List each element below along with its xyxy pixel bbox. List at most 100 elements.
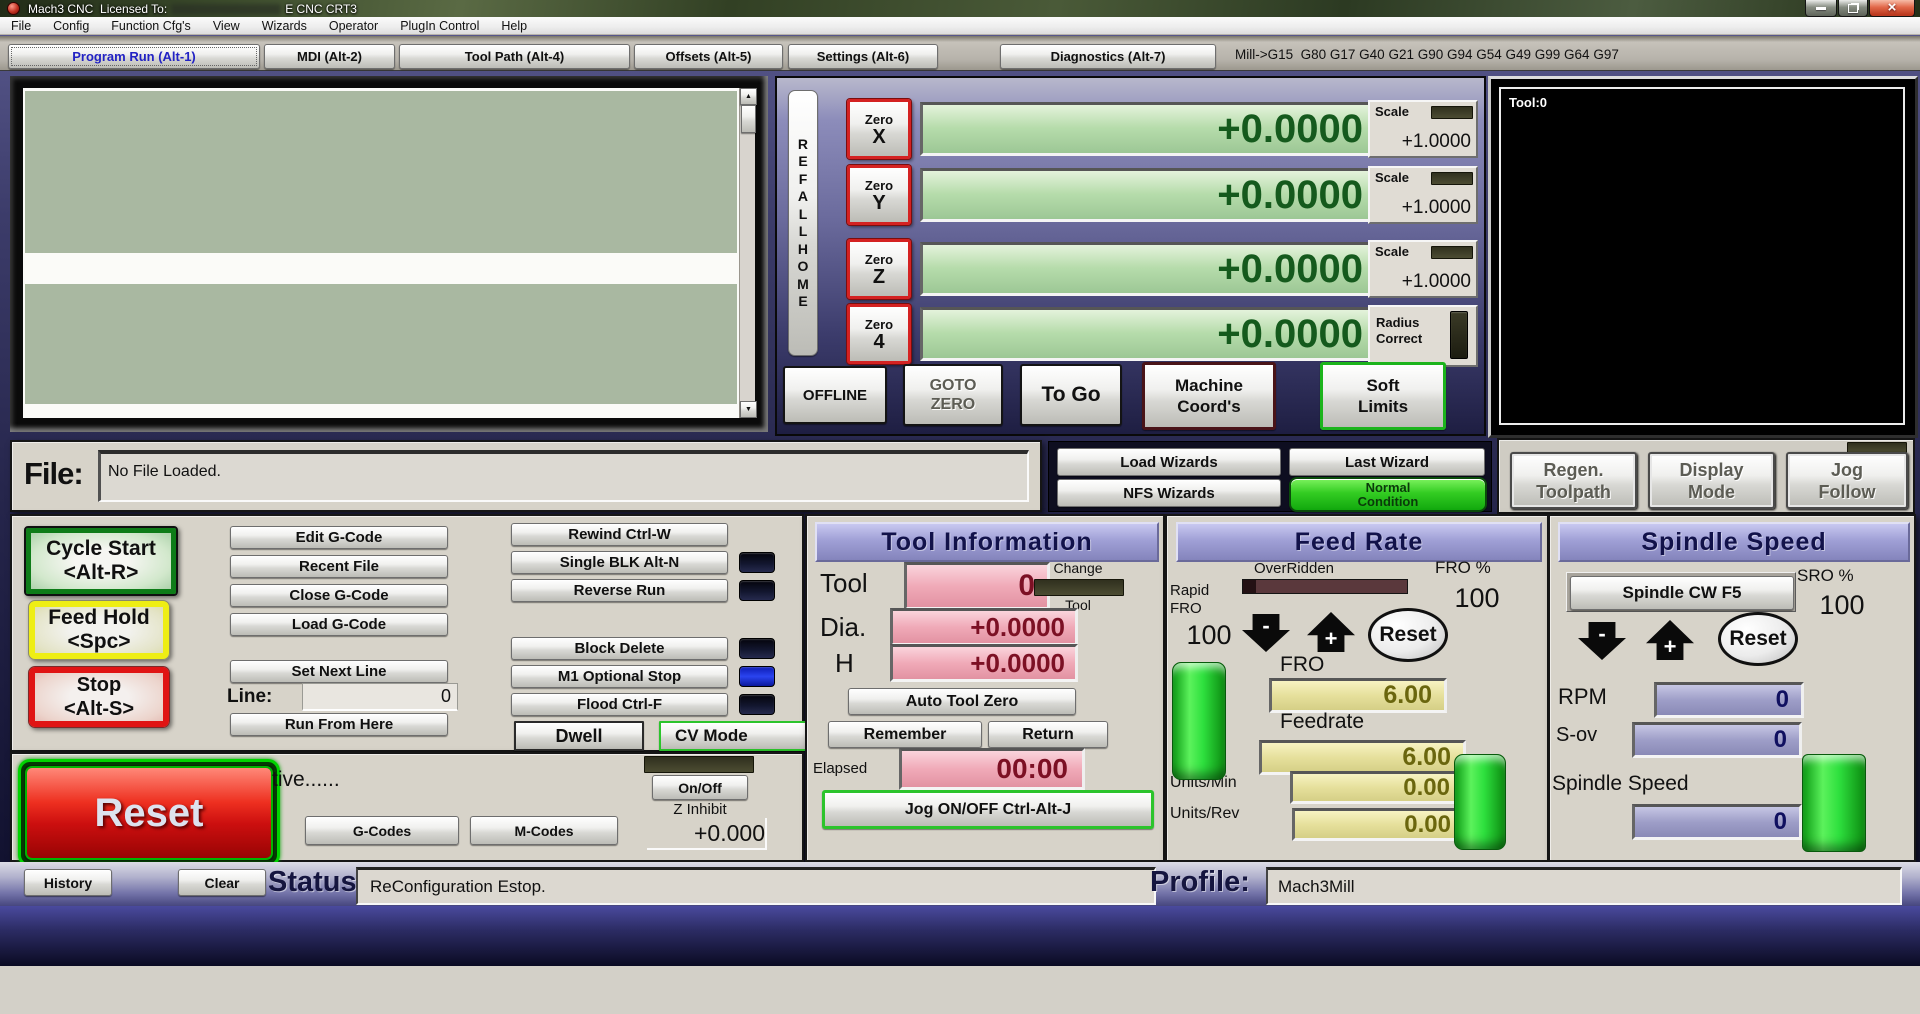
scale-x-box[interactable]: Scale +1.0000: [1368, 100, 1478, 158]
spindle-cw-button[interactable]: Spindle CW F5: [1570, 576, 1794, 610]
units-rev-dro[interactable]: 0.00: [1292, 808, 1466, 841]
to-go-button[interactable]: To Go: [1020, 364, 1122, 426]
dro-y-axis[interactable]: +0.0000: [920, 168, 1380, 222]
ref-all-home-button[interactable]: R E F A L L H O M E: [788, 90, 818, 356]
status-field[interactable]: ReConfiguration Estop.: [356, 867, 1156, 905]
feedrate-slider[interactable]: [1454, 754, 1506, 850]
scroll-down-arrow[interactable]: ▼: [740, 401, 757, 418]
fro-plus-arrow[interactable]: +: [1307, 612, 1355, 652]
gcode-scrollbar[interactable]: ▲ ▼: [739, 88, 757, 418]
scroll-up-arrow[interactable]: ▲: [740, 88, 757, 105]
feedrate-dro[interactable]: 6.00: [1259, 740, 1466, 775]
minimize-button[interactable]: [1805, 0, 1837, 17]
set-next-line-button[interactable]: Set Next Line: [230, 660, 448, 683]
jog-follow-button[interactable]: Jog Follow: [1786, 452, 1908, 509]
dwell-indicator[interactable]: Dwell: [514, 721, 644, 751]
remember-button[interactable]: Remember: [828, 721, 982, 748]
sov-dro[interactable]: 0: [1632, 722, 1802, 758]
gcode-list[interactable]: ▲ ▼: [23, 88, 757, 418]
rewind-button[interactable]: Rewind Ctrl-W: [511, 523, 728, 546]
tab-settings[interactable]: Settings (Alt-6): [788, 44, 938, 69]
close-button[interactable]: ×: [1869, 0, 1915, 17]
dro-x-axis[interactable]: +0.0000: [920, 102, 1380, 156]
load-wizards-button[interactable]: Load Wizards: [1057, 448, 1281, 476]
single-blk-button[interactable]: Single BLK Alt-N: [511, 551, 728, 574]
display-mode-button[interactable]: Display Mode: [1648, 452, 1775, 509]
tab-program-run[interactable]: Program Run (Alt-1): [8, 44, 260, 69]
auto-tool-zero-button[interactable]: Auto Tool Zero: [848, 688, 1076, 715]
cycle-start-button[interactable]: Cycle Start <Alt-R>: [24, 526, 178, 596]
rpm-dro[interactable]: 0: [1654, 682, 1804, 718]
m1-optional-stop-button[interactable]: M1 Optional Stop: [511, 665, 728, 688]
return-button[interactable]: Return: [988, 721, 1108, 748]
spindle-speed-slider[interactable]: [1802, 754, 1866, 852]
last-wizard-button[interactable]: Last Wizard: [1289, 448, 1485, 476]
close-gcode-button[interactable]: Close G-Code: [230, 584, 448, 607]
soft-limits-button[interactable]: Soft Limits: [1320, 362, 1446, 430]
menu-view[interactable]: View: [202, 19, 251, 33]
elapsed-time-dro[interactable]: 00:00: [899, 748, 1085, 790]
offline-button[interactable]: OFFLINE: [783, 366, 887, 424]
scale-y-box[interactable]: Scale +1.0000: [1368, 166, 1478, 224]
menu-wizards[interactable]: Wizards: [251, 19, 318, 33]
menu-plugin-control[interactable]: PlugIn Control: [389, 19, 490, 33]
fro-minus-arrow[interactable]: -: [1242, 614, 1290, 652]
line-number-field[interactable]: 0: [302, 683, 458, 711]
scale-z-box[interactable]: Scale +1.0000: [1368, 240, 1478, 298]
stop-button[interactable]: Stop <Alt-S>: [28, 666, 170, 728]
restore-button[interactable]: [1838, 0, 1868, 17]
file-field[interactable]: No File Loaded.: [98, 450, 1029, 502]
edit-gcode-button[interactable]: Edit G-Code: [230, 526, 448, 549]
flood-button[interactable]: Flood Ctrl-F: [511, 693, 728, 716]
change-tool-led[interactable]: [1034, 579, 1124, 596]
block-delete-button[interactable]: Block Delete: [511, 637, 728, 660]
menu-help[interactable]: Help: [490, 19, 538, 33]
scrollbar-thumb[interactable]: [741, 105, 756, 133]
tab-offsets[interactable]: Offsets (Alt-5): [634, 44, 783, 69]
run-from-here-button[interactable]: Run From Here: [230, 713, 448, 736]
menu-file[interactable]: File: [0, 19, 42, 33]
units-min-dro[interactable]: 0.00: [1290, 771, 1465, 804]
fro-reset-button[interactable]: Reset: [1368, 608, 1448, 662]
menu-function-cfgs[interactable]: Function Cfg's: [100, 19, 202, 33]
feed-hold-button[interactable]: Feed Hold <Spc>: [28, 600, 170, 660]
spindle-speed-dro[interactable]: 0: [1632, 804, 1802, 840]
zero-z-button[interactable]: Zero Z: [847, 239, 911, 299]
reset-button[interactable]: Reset: [25, 766, 273, 860]
recent-file-button[interactable]: Recent File: [230, 555, 448, 578]
reverse-run-button[interactable]: Reverse Run: [511, 579, 728, 602]
tool-height-dro[interactable]: +0.0000: [890, 644, 1078, 682]
tab-tool-path[interactable]: Tool Path (Alt-4): [399, 44, 630, 69]
tab-diagnostics[interactable]: Diagnostics (Alt-7): [1000, 44, 1216, 69]
gcodes-button[interactable]: G-Codes: [305, 816, 459, 845]
tool-diameter-dro[interactable]: +0.0000: [890, 608, 1078, 646]
nfs-wizards-button[interactable]: NFS Wizards: [1057, 479, 1281, 507]
normal-condition-button[interactable]: Normal Condition: [1289, 477, 1487, 512]
fro-dro[interactable]: 6.00: [1269, 678, 1447, 713]
sro-reset-button[interactable]: Reset: [1718, 612, 1798, 666]
fro-slider[interactable]: [1172, 662, 1226, 780]
tab-mdi[interactable]: MDI (Alt-2): [264, 44, 395, 69]
zero-4-button[interactable]: Zero 4: [847, 304, 911, 364]
zero-y-button[interactable]: Zero Y: [847, 165, 911, 225]
dro-4-axis[interactable]: +0.0000: [920, 307, 1380, 361]
load-gcode-button[interactable]: Load G-Code: [230, 613, 448, 636]
jog-onoff-button[interactable]: Jog ON/OFF Ctrl-Alt-J: [822, 790, 1154, 829]
regen-toolpath-button[interactable]: Regen. Toolpath: [1510, 452, 1637, 509]
clear-button[interactable]: Clear: [178, 869, 266, 896]
machine-coords-button[interactable]: Machine Coord's: [1142, 362, 1276, 430]
sro-plus-arrow[interactable]: +: [1646, 620, 1694, 660]
dro-z-axis[interactable]: +0.0000: [920, 242, 1380, 296]
mcodes-button[interactable]: M-Codes: [470, 816, 618, 845]
toolpath-viewport[interactable]: Tool:0: [1499, 87, 1905, 425]
profile-field[interactable]: Mach3Mill: [1266, 867, 1902, 905]
sro-minus-arrow[interactable]: -: [1578, 622, 1626, 660]
tool-number-dro[interactable]: 0: [904, 562, 1050, 610]
menu-operator[interactable]: Operator: [318, 19, 389, 33]
history-button[interactable]: History: [24, 869, 112, 896]
zero-x-button[interactable]: Zero X: [847, 99, 911, 159]
z-inhibit-value-field[interactable]: +0.000: [647, 818, 767, 850]
radius-correct-box[interactable]: Radius Correct: [1368, 305, 1478, 367]
z-inhibit-onoff-button[interactable]: On/Off: [652, 775, 748, 800]
menu-config[interactable]: Config: [42, 19, 100, 33]
